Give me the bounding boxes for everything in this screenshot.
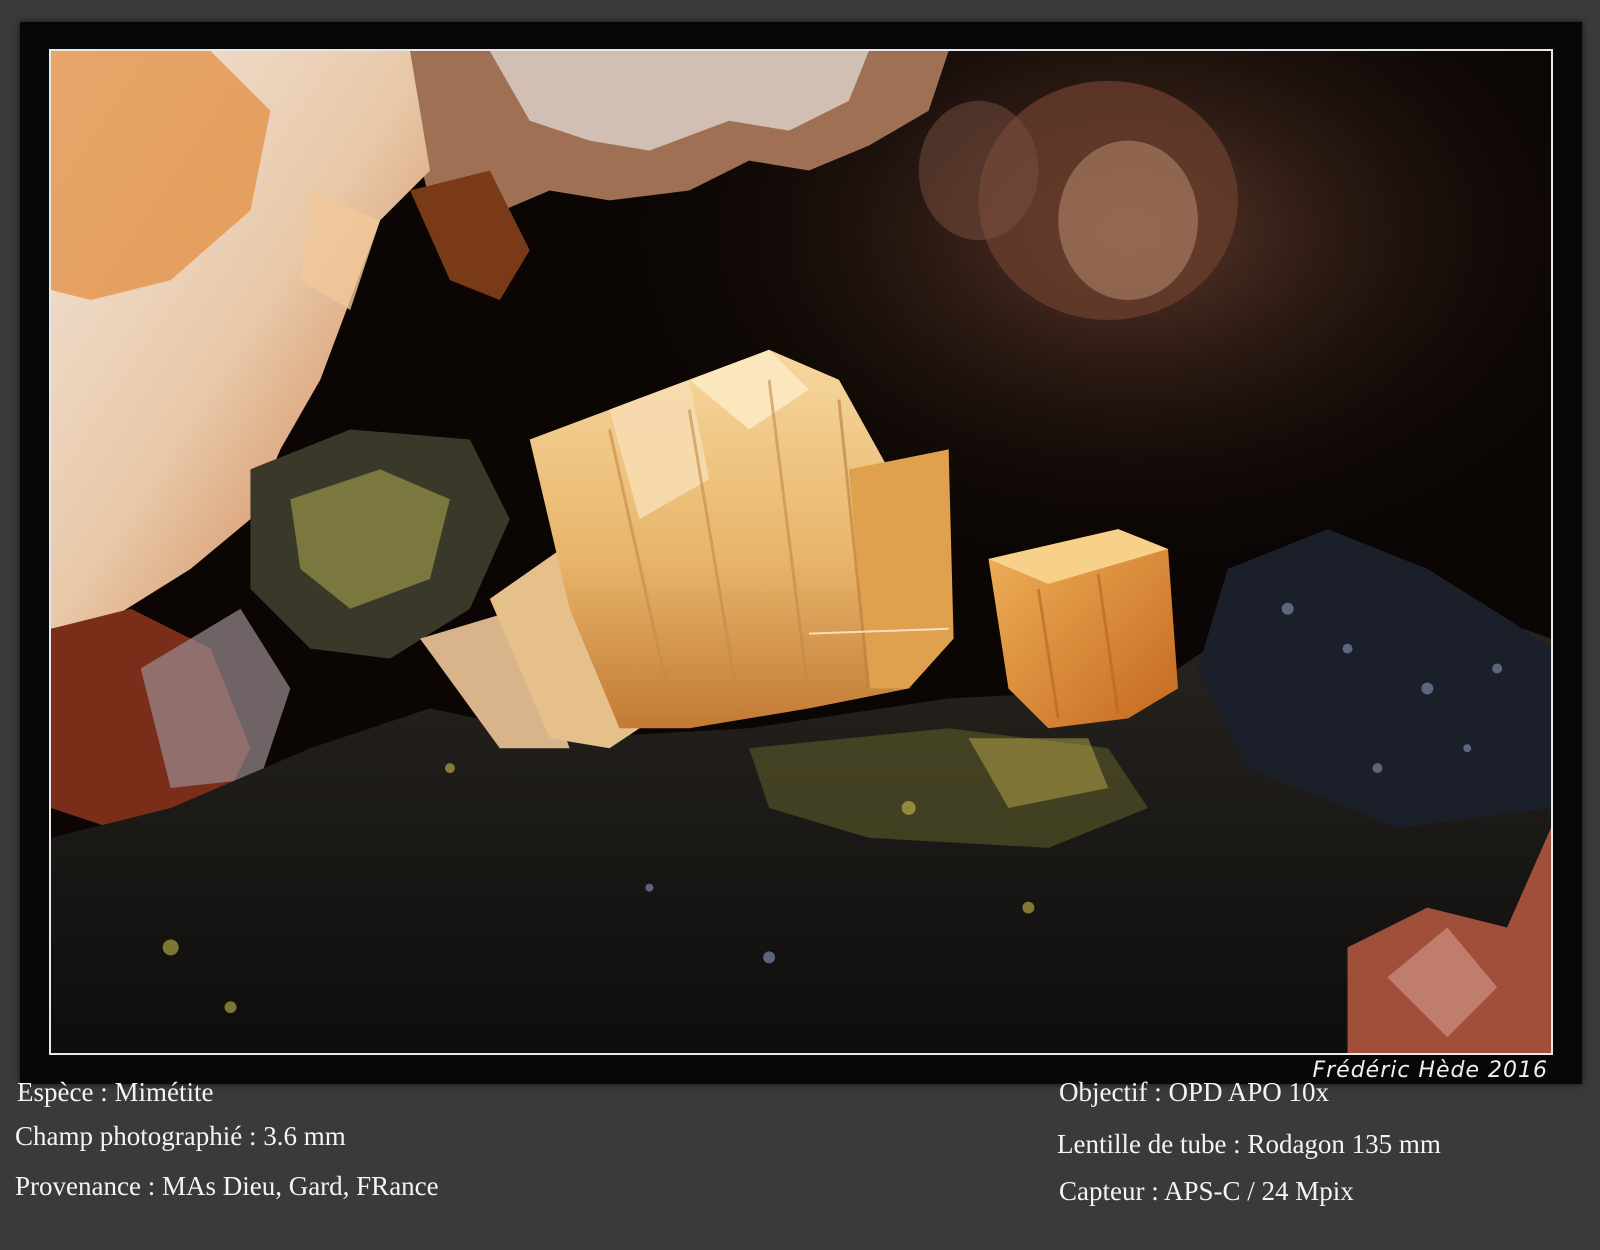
objective-caption: Objectif : OPD APO 10x bbox=[1059, 1077, 1329, 1107]
mineral-photo bbox=[49, 49, 1553, 1055]
mineral-photo-illustration bbox=[51, 51, 1551, 1053]
tube-lens-caption: Lentille de tube : Rodagon 135 mm bbox=[1057, 1129, 1441, 1159]
photographer-signature: Frédéric Hède 2016 bbox=[1312, 1058, 1548, 1083]
species-caption: Espèce : Mimétite bbox=[17, 1077, 214, 1107]
sensor-caption: Capteur : APS-C / 24 Mpix bbox=[1059, 1176, 1354, 1206]
field-caption: Champ photographié : 3.6 mm bbox=[15, 1121, 346, 1151]
origin-caption: Provenance : MAs Dieu, Gard, FRance bbox=[15, 1171, 439, 1201]
